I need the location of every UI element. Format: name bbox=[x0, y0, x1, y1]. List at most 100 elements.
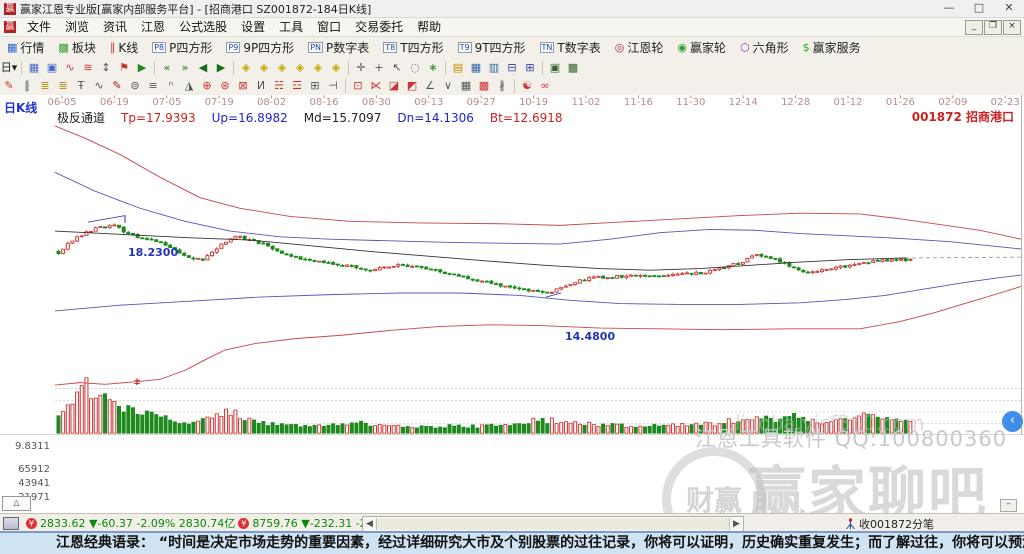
prev-bar-icon[interactable]: ◀ bbox=[194, 60, 212, 76]
pattern-tool-icon[interactable]: ∗ bbox=[424, 60, 442, 76]
last-page-icon[interactable]: » bbox=[176, 60, 194, 76]
t-square-button[interactable]: T8 T四方形 bbox=[376, 38, 450, 58]
menu-文件[interactable]: 文件 bbox=[20, 19, 58, 36]
brush-tool-icon[interactable]: ✎ bbox=[108, 78, 126, 94]
hatch-tool-icon[interactable]: ≡ bbox=[144, 78, 162, 94]
menu-交易委托[interactable]: 交易委托 bbox=[348, 19, 410, 36]
square-grid-icon[interactable]: ⊞ bbox=[306, 78, 324, 94]
child-minimize[interactable]: _ bbox=[965, 19, 983, 35]
sh-index-icon[interactable]: ¥ bbox=[26, 517, 37, 529]
gann-diamond-expand-icon[interactable]: ◈ bbox=[273, 60, 291, 76]
menu-帮助[interactable]: 帮助 bbox=[410, 19, 448, 36]
send-icon[interactable]: ▣ bbox=[546, 60, 564, 76]
notes-icon[interactable]: ▥ bbox=[485, 60, 503, 76]
gann-diamond-down-icon[interactable]: ◈ bbox=[327, 60, 345, 76]
nine-p-square-button[interactable]: P9 9P四方形 bbox=[219, 38, 301, 58]
parallel-lines-icon[interactable]: ∦ bbox=[493, 78, 511, 94]
child-close[interactable]: × bbox=[1003, 19, 1021, 35]
sz-index-icon[interactable]: ¥ bbox=[238, 517, 250, 529]
scroll-left-arrow[interactable]: ◀ bbox=[363, 518, 376, 530]
t-line-tool-icon[interactable]: Ŧ bbox=[72, 78, 90, 94]
menu-设置[interactable]: 设置 bbox=[234, 19, 272, 36]
menu-浏览[interactable]: 浏览 bbox=[58, 19, 96, 36]
kline-button[interactable]: ∥ K线 bbox=[103, 38, 145, 58]
window-close[interactable]: ✕ bbox=[994, 0, 1024, 17]
scale-toggle-icon[interactable]: ↕ bbox=[97, 60, 115, 76]
ellipse-tool-icon[interactable]: ⊜ bbox=[126, 78, 144, 94]
tick-receive-status[interactable]: 收001872分笔 bbox=[845, 516, 934, 532]
gann-wheel-button[interactable]: ◎ 江恩轮 bbox=[608, 38, 671, 58]
calendar-icon[interactable]: ▤ bbox=[449, 60, 467, 76]
menu-江恩[interactable]: 江恩 bbox=[134, 19, 172, 36]
kline-chart-region[interactable]: 日K线 06-05 06-19 07-05 07-19 08-02 08-16 08-30 0… bbox=[0, 95, 1024, 551]
t-number-table-button[interactable]: TN T数字表 bbox=[533, 38, 608, 58]
gann-diamond-up-icon[interactable]: ◈ bbox=[309, 60, 327, 76]
v-line-icon[interactable]: ∨ bbox=[439, 78, 457, 94]
board-view-icon[interactable]: ▣ bbox=[43, 60, 61, 76]
pointer-tool-icon[interactable]: ↖ bbox=[388, 60, 406, 76]
next-bar-icon[interactable]: ▶ bbox=[212, 60, 230, 76]
zigzag-tool-icon[interactable]: И bbox=[252, 78, 270, 94]
matrix-grid-icon[interactable]: ▦ bbox=[457, 78, 475, 94]
wave-tool-icon[interactable]: ∿ bbox=[90, 78, 108, 94]
p-square-button[interactable]: P8 P四方形 bbox=[145, 38, 219, 58]
gann-grid2-icon[interactable]: ≣ bbox=[54, 78, 72, 94]
window-maximize[interactable]: □ bbox=[964, 0, 994, 17]
indicator-toggle-button[interactable]: △ bbox=[2, 496, 31, 511]
quotes-button[interactable]: ▦ 行情 bbox=[0, 38, 51, 58]
gradient-box-icon[interactable]: ◩ bbox=[403, 78, 421, 94]
gann-diamond-right-icon[interactable]: ◈ bbox=[255, 60, 273, 76]
nine-t-square-button[interactable]: T9 9T四方形 bbox=[451, 38, 533, 58]
gann-box-tool-icon[interactable]: ⊠ bbox=[234, 78, 252, 94]
resistance-grid-icon[interactable]: ☵ bbox=[270, 78, 288, 94]
pencil-tool-icon[interactable]: ✎ bbox=[0, 78, 18, 94]
fan-lines-icon[interactable]: ⋉ bbox=[367, 78, 385, 94]
hatch-box-icon[interactable]: ▩ bbox=[475, 78, 493, 94]
gann-circle-tool-icon[interactable]: ⊕ bbox=[198, 78, 216, 94]
gann-diamond-left-icon[interactable]: ◈ bbox=[237, 60, 255, 76]
menu-窗口[interactable]: 窗口 bbox=[310, 19, 348, 36]
gann-fan-tool-icon[interactable]: ⊛ bbox=[216, 78, 234, 94]
angle-line-icon[interactable]: ∠ bbox=[421, 78, 439, 94]
hexagon-button[interactable]: ⬡ 六角形 bbox=[733, 38, 796, 58]
menu-资讯[interactable]: 资讯 bbox=[96, 19, 134, 36]
scroll-thumb[interactable] bbox=[376, 518, 730, 530]
collapse-volume-button[interactable]: – bbox=[1000, 499, 1017, 512]
sync-icon[interactable]: ▩ bbox=[564, 60, 582, 76]
support-grid-icon[interactable]: ☲ bbox=[288, 78, 306, 94]
export-icon[interactable]: ⊞ bbox=[521, 60, 539, 76]
calculator-icon[interactable]: ▦ bbox=[467, 60, 485, 76]
ruler-tool-icon[interactable]: ⊣ bbox=[324, 78, 342, 94]
horizontal-scrollbar[interactable]: ◀ ▶ bbox=[362, 516, 744, 532]
pan-hand-icon[interactable]: ✛ bbox=[352, 60, 370, 76]
winner-wheel-button[interactable]: ◉ 赢家轮 bbox=[670, 38, 733, 58]
sh-index-quote[interactable]: 2833.62 ▼-60.37 -2.09% 2830.74亿 bbox=[40, 515, 235, 531]
save-layout-icon[interactable]: ⊟ bbox=[503, 60, 521, 76]
overlay-flag-icon[interactable]: ▶ bbox=[133, 60, 151, 76]
child-restore[interactable]: ❐ bbox=[984, 19, 1002, 35]
mark-flag-icon[interactable]: ⚑ bbox=[115, 60, 133, 76]
first-page-icon[interactable]: « bbox=[158, 60, 176, 76]
gann-diamond-shrink-icon[interactable]: ◈ bbox=[291, 60, 309, 76]
sectors-button[interactable]: ▩ 板块 bbox=[51, 38, 102, 58]
angle-ruler-icon[interactable]: ◮ bbox=[180, 78, 198, 94]
menu-工具[interactable]: 工具 bbox=[272, 19, 310, 36]
scroll-right-arrow[interactable]: ▶ bbox=[730, 518, 743, 530]
shade-box-icon[interactable]: ◪ bbox=[385, 78, 403, 94]
fib-number-tool-icon[interactable]: ⁿ bbox=[162, 78, 180, 94]
data-table-icon[interactable] bbox=[3, 516, 19, 530]
taiji-tool-icon[interactable]: ☯ bbox=[518, 78, 536, 94]
kline-view-icon[interactable]: ▦ bbox=[25, 60, 43, 76]
period-daily-dropdown[interactable]: 日▾ bbox=[0, 60, 18, 76]
trend-view-icon[interactable]: ∿ bbox=[61, 60, 79, 76]
multi-trend-icon[interactable]: ≋ bbox=[79, 60, 97, 76]
box-select-icon[interactable]: ⊡ bbox=[349, 78, 367, 94]
window-minimize[interactable]: — bbox=[934, 0, 964, 17]
infinity-tool-icon[interactable]: ∞ bbox=[536, 78, 554, 94]
lasso-tool-icon[interactable]: ◌ bbox=[406, 60, 424, 76]
p-number-table-button[interactable]: PN P数字表 bbox=[301, 38, 376, 58]
vertical-lines-tool-icon[interactable]: ∥ bbox=[18, 78, 36, 94]
expand-panel-button[interactable]: ‹ bbox=[1002, 411, 1023, 432]
menu-公式选股[interactable]: 公式选股 bbox=[172, 19, 234, 36]
crosshair-icon[interactable]: + bbox=[370, 60, 388, 76]
